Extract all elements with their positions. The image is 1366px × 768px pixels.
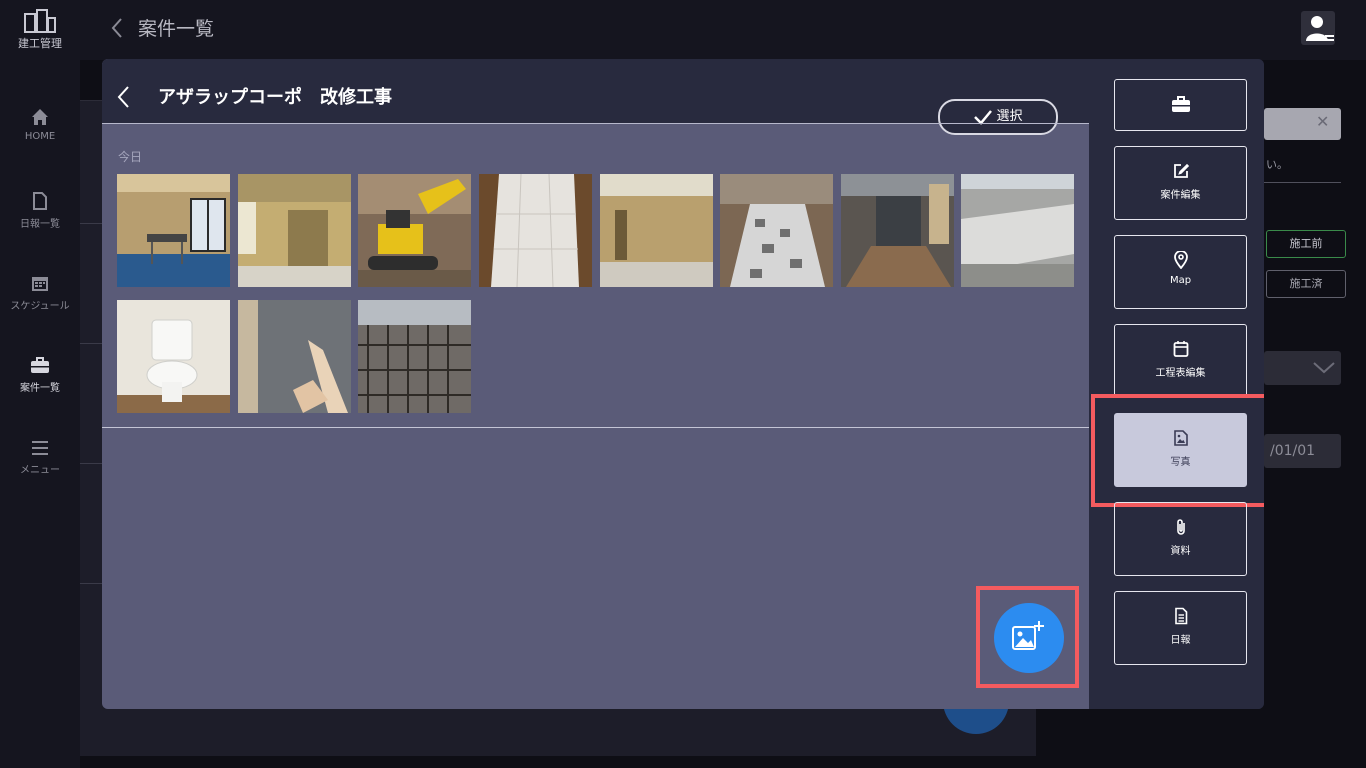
photo-thumbnail[interactable] <box>961 174 1074 287</box>
calendar-icon <box>1173 341 1188 357</box>
user-icon <box>1306 16 1334 41</box>
add-photo-button[interactable] <box>994 603 1064 673</box>
header-title: 案件一覧 <box>138 18 215 40</box>
status-chip-done: 施工済 <box>1266 270 1346 298</box>
map-pin-icon <box>1173 251 1188 269</box>
briefcase-icon <box>31 357 49 373</box>
photo-modal: アザラップコーポ 改修工事 選択 今日 案件編集 Map 工程表編集 写真 資料… <box>102 59 1264 709</box>
sidebar-item-menu[interactable]: メニュー <box>0 440 80 476</box>
background-date-value: /01/01 <box>1270 443 1316 459</box>
sidebar-item-projects[interactable]: 案件一覧 <box>0 357 80 394</box>
briefcase-icon <box>1171 96 1190 112</box>
photo-building-entrance <box>841 174 954 287</box>
photo-toilet <box>117 300 230 413</box>
photos-highlight-frame <box>1091 394 1264 507</box>
gallery-divider <box>102 427 1089 428</box>
action-label: 資料 <box>1170 546 1191 557</box>
sidebar-item-schedule[interactable]: スケジュール <box>0 274 80 312</box>
project-title: アザラップコーポ 改修工事 <box>158 87 392 108</box>
background-input <box>1264 108 1341 140</box>
sidebar-item-label: 案件一覧 <box>20 383 60 394</box>
calendar-icon <box>32 277 48 291</box>
photo-paved-walkway <box>720 174 833 287</box>
photo-thumbnail[interactable] <box>600 174 713 287</box>
photo-room-interior <box>238 174 351 287</box>
photo-concrete-foundation <box>961 174 1074 287</box>
chevron-down-icon <box>1313 362 1335 374</box>
background-row-divider <box>80 583 104 584</box>
background-select <box>1264 351 1341 385</box>
action-label: Map <box>1169 275 1192 286</box>
background-note: い。 <box>1266 158 1288 171</box>
document-icon <box>1174 607 1187 625</box>
photo-drywall-room <box>117 174 230 287</box>
sidebar-item-label: HOME <box>24 131 56 142</box>
photo-interior-renovation <box>600 174 713 287</box>
photo-tiled-entrance <box>479 174 592 287</box>
daily-report-button[interactable]: 日報 <box>1114 591 1247 665</box>
photo-thumbnail[interactable] <box>479 174 592 287</box>
photo-rebar-site <box>358 300 471 413</box>
sidebar-item-label: スケジュール <box>10 301 70 312</box>
home-icon <box>32 109 48 125</box>
background-row-divider <box>80 463 104 464</box>
document-icon <box>33 192 47 210</box>
photo-gallery-pane: アザラップコーポ 改修工事 選択 今日 <box>102 59 1089 709</box>
photo-thumbnail[interactable] <box>358 300 471 413</box>
schedule-edit-button[interactable]: 工程表編集 <box>1114 324 1247 398</box>
back-arrow-icon[interactable] <box>116 85 132 109</box>
action-label: 案件編集 <box>1160 190 1201 201</box>
header-back-icon[interactable] <box>108 16 128 40</box>
select-button-label: 選択 <box>996 109 1023 124</box>
clear-icon: ✕ <box>1316 112 1330 131</box>
edit-icon <box>1173 163 1189 178</box>
sidebar-item-home[interactable]: HOME <box>0 108 80 142</box>
action-label: 日報 <box>1170 635 1191 646</box>
status-chip-before: 施工前 <box>1266 230 1346 258</box>
action-label: 工程表編集 <box>1155 368 1206 379</box>
sidebar: HOME 日報一覧 スケジュール 案件一覧 メニュー <box>0 60 80 768</box>
app-logo[interactable]: 建工管理 <box>14 8 66 51</box>
sidebar-item-label: メニュー <box>20 465 60 476</box>
logo-text: 建工管理 <box>18 37 62 50</box>
menu-icon <box>32 441 48 455</box>
add-photo-icon <box>1012 621 1044 650</box>
photo-thumbnail[interactable] <box>117 300 230 413</box>
photo-thumbnail[interactable] <box>117 174 230 287</box>
select-button[interactable]: 選択 <box>938 99 1058 135</box>
sidebar-item-label: 日報一覧 <box>20 219 60 230</box>
project-info-button[interactable] <box>1114 79 1247 131</box>
photo-thumbnail[interactable] <box>238 300 351 413</box>
user-avatar[interactable] <box>1301 11 1335 45</box>
background-row-divider <box>80 343 104 344</box>
photo-thumbnail[interactable] <box>358 174 471 287</box>
photo-wallpaper <box>238 300 351 413</box>
gallery-header: アザラップコーポ 改修工事 選択 <box>102 59 1089 135</box>
header-divider <box>102 123 1089 124</box>
documents-button[interactable]: 資料 <box>1114 502 1247 576</box>
sidebar-item-daily-reports[interactable]: 日報一覧 <box>0 192 80 230</box>
photo-thumbnail[interactable] <box>841 174 954 287</box>
map-button[interactable]: Map <box>1114 235 1247 309</box>
background-row-divider <box>80 223 104 224</box>
background-date-field: /01/01 <box>1264 434 1341 468</box>
photo-excavator <box>358 174 471 287</box>
app-header: 建工管理 案件一覧 <box>0 0 1366 60</box>
edit-project-button[interactable]: 案件編集 <box>1114 146 1247 220</box>
logo-icon <box>24 9 56 33</box>
photo-thumbnail[interactable] <box>720 174 833 287</box>
background-underline <box>1264 182 1341 183</box>
paperclip-icon <box>1176 519 1185 535</box>
date-group-label: 今日 <box>118 150 143 164</box>
photo-thumbnail[interactable] <box>238 174 351 287</box>
